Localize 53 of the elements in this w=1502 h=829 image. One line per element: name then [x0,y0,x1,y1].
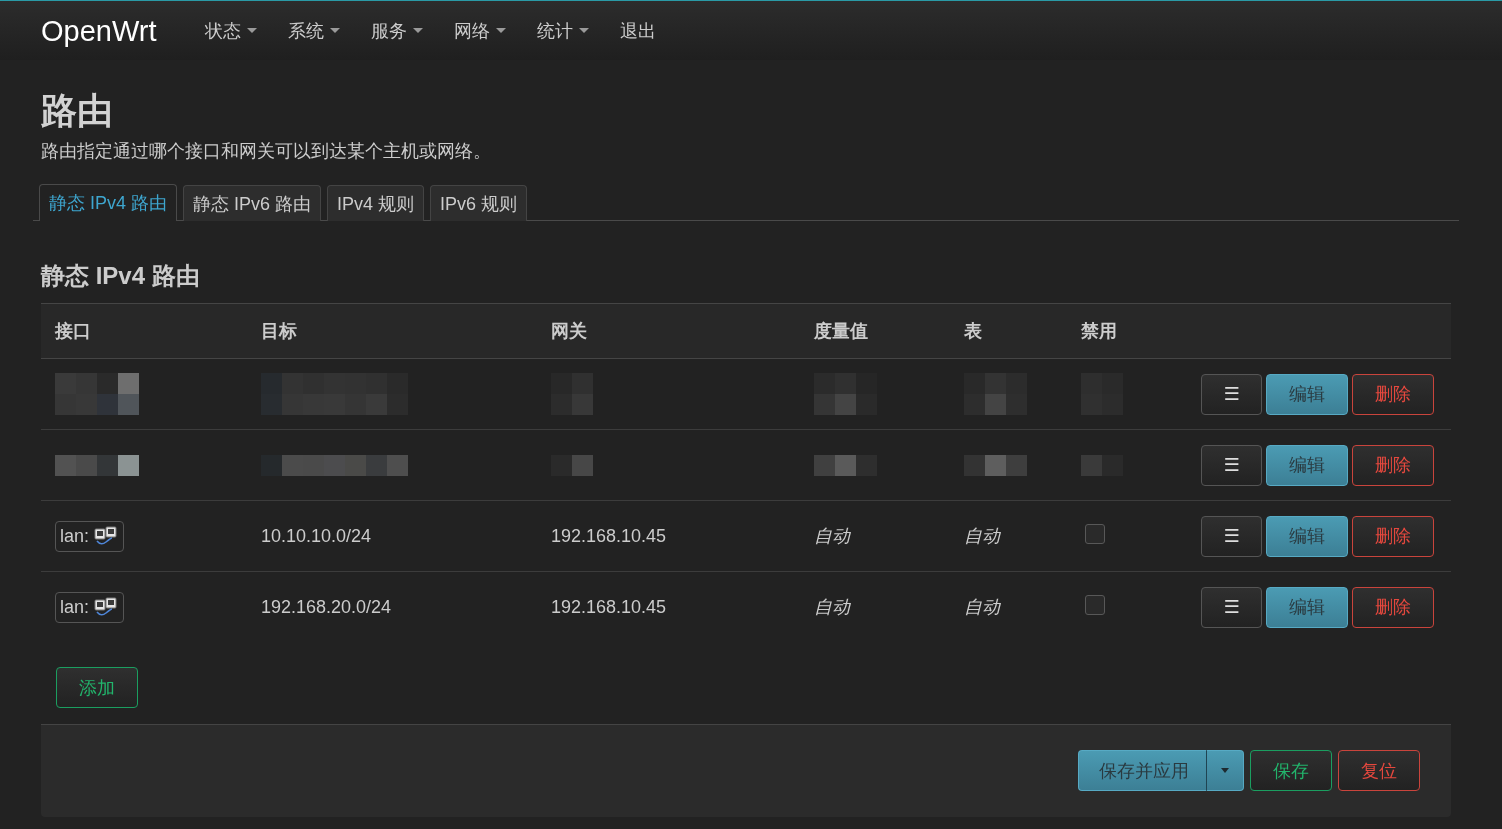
brand-logo[interactable]: OpenWrt [41,13,157,48]
delete-button[interactable]: 删除 [1352,444,1434,486]
section-title: 静态 IPv4 路由 [41,261,201,291]
table-cell-text: 10.10.10.0/24 [260,525,373,547]
more-button[interactable]: ☰ [1201,373,1262,415]
menu-link[interactable]: 状态 [204,18,257,43]
menu-link[interactable]: 统计 [536,18,589,43]
tab[interactable]: 静态 IPv6 路由 [183,185,322,221]
pixelated-block [964,454,1027,476]
pixelated-block [1081,454,1123,476]
pixelated-block [814,454,877,476]
column-header: 表 [963,320,983,343]
network-icon [94,526,119,546]
table-cell-text: 自动 [813,525,852,548]
table-cell-text: 192.168.20.0/24 [260,596,393,618]
menu-link[interactable]: 网络 [453,18,506,43]
more-button[interactable]: ☰ [1201,515,1262,557]
page-title: 路由 [41,89,114,133]
tab[interactable]: 静态 IPv4 路由 [39,184,178,221]
interface-label: lan: [60,596,90,618]
table-cell-text: 自动 [963,596,1002,619]
delete-button[interactable]: 删除 [1352,586,1434,628]
dropdown-button[interactable] [1207,750,1244,791]
tab[interactable]: IPv4 规则 [327,185,425,221]
table-cell-text: 192.168.10.45 [550,596,668,618]
table-cell-text: 自动 [813,596,852,619]
reset-button[interactable]: 复位 [1338,750,1420,791]
column-header: 目标 [260,320,298,343]
caret-icon [1221,768,1229,773]
menu-link[interactable]: 服务 [370,18,423,43]
menu-link[interactable]: 系统 [287,18,340,43]
tab[interactable]: IPv6 规则 [430,185,528,221]
menu-link[interactable]: 退出 [619,18,656,43]
more-button[interactable]: ☰ [1201,586,1262,628]
pixelated-block [814,373,877,415]
pixelated-block [964,373,1027,415]
column-header: 网关 [550,320,588,343]
checkbox[interactable] [1085,595,1105,615]
delete-button[interactable]: 删除 [1352,515,1434,557]
column-header: 禁用 [1080,320,1118,343]
table-cell-text: 自动 [963,525,1002,548]
column-header: 接口 [54,320,92,343]
page-description: 路由指定通过哪个接口和网关可以到达某个主机或网络。 [41,140,492,163]
delete-button[interactable]: 删除 [1352,373,1434,415]
add-button[interactable]: 添加 [56,667,138,708]
column-header: 度量值 [813,320,869,343]
table-cell-text: 192.168.10.45 [550,525,668,547]
save-button[interactable]: 保存 [1250,750,1332,791]
pixelated-block [551,454,593,476]
checkbox[interactable] [1085,524,1105,544]
more-button[interactable]: ☰ [1201,444,1262,486]
interface-label: lan: [60,525,90,547]
network-icon [94,597,119,617]
